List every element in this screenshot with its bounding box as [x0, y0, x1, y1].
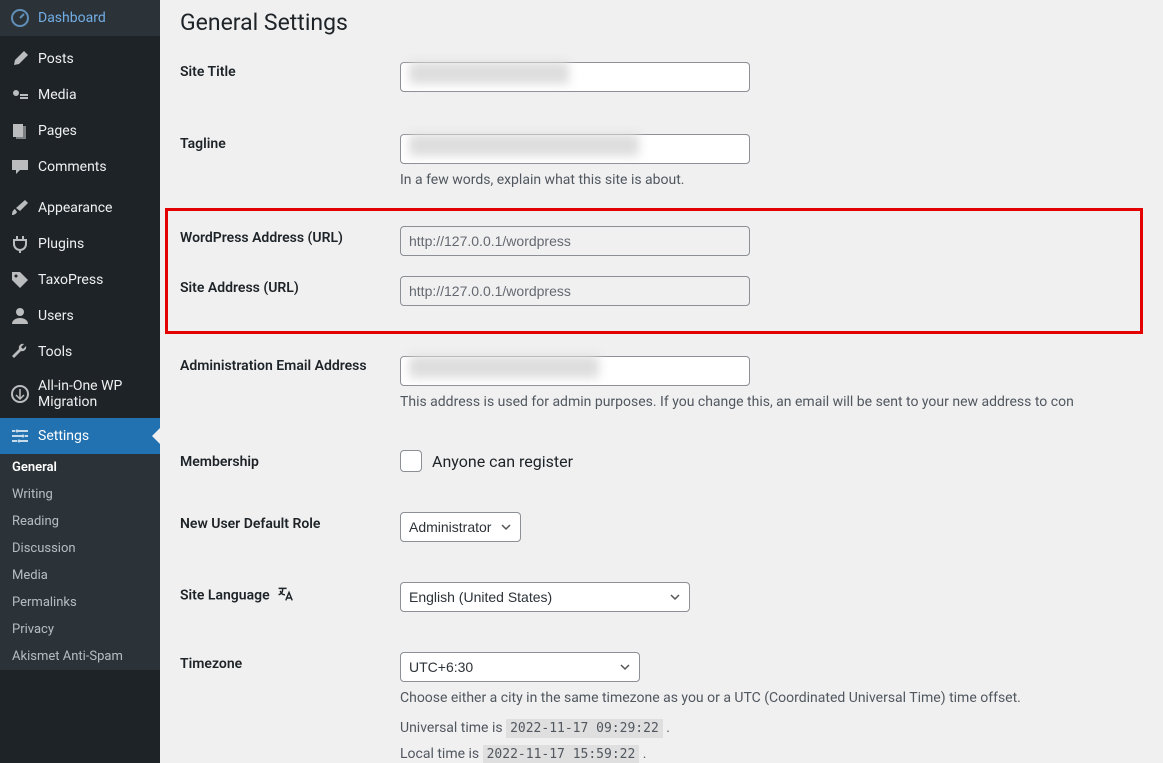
comment-icon	[10, 157, 30, 177]
membership-checkbox[interactable]	[400, 450, 422, 472]
timezone-help: Choose either a city in the same timezon…	[400, 690, 1143, 706]
redacted-value	[409, 356, 599, 378]
site-language-select[interactable]: English (United States)	[400, 582, 690, 612]
sidebar-label: Users	[38, 308, 74, 324]
membership-checkbox-label: Anyone can register	[432, 452, 573, 471]
media-icon	[10, 85, 30, 105]
row-tagline: Tagline In a few words, explain what thi…	[180, 112, 1143, 208]
sidebar-item-plugins[interactable]: Plugins	[0, 226, 160, 262]
label-default-role: New User Default Role	[180, 512, 400, 542]
sidebar-item-posts[interactable]: Posts	[0, 41, 160, 77]
label-admin-email: Administration Email Address	[180, 354, 400, 410]
timezone-select[interactable]: UTC+6:30	[400, 652, 640, 682]
sidebar-item-taxopress[interactable]: TaxoPress	[0, 262, 160, 298]
sidebar-item-pages[interactable]: Pages	[0, 113, 160, 149]
row-timezone: Timezone UTC+6:30 Choose either a city i…	[180, 632, 1143, 763]
submenu-item-permalinks[interactable]: Permalinks	[0, 589, 160, 616]
label-wp-address: WordPress Address (URL)	[180, 226, 400, 256]
sliders-icon	[10, 426, 30, 446]
submenu-item-akismet[interactable]: Akismet Anti-Spam	[0, 643, 160, 670]
sidebar-item-appearance[interactable]: Appearance	[0, 190, 160, 226]
universal-time-value: 2022-11-17 09:29:22	[506, 719, 663, 738]
submenu-item-media[interactable]: Media	[0, 562, 160, 589]
translate-icon	[277, 586, 293, 606]
sidebar-label: Posts	[38, 51, 74, 67]
submenu-item-reading[interactable]: Reading	[0, 508, 160, 535]
sidebar-item-dashboard[interactable]: Dashboard	[0, 0, 160, 36]
sidebar-label: Settings	[38, 428, 89, 444]
site-address-input[interactable]	[400, 276, 750, 306]
pin-icon	[10, 49, 30, 69]
redacted-value	[409, 134, 639, 156]
submenu-item-writing[interactable]: Writing	[0, 481, 160, 508]
row-membership: Membership Anyone can register	[180, 430, 1143, 492]
sidebar-item-users[interactable]: Users	[0, 298, 160, 334]
wrench-icon	[10, 342, 30, 362]
user-icon	[10, 306, 30, 326]
sidebar-item-comments[interactable]: Comments	[0, 149, 160, 185]
row-admin-email: Administration Email Address This addres…	[180, 334, 1143, 430]
page-title: General Settings	[180, 0, 1143, 40]
row-site-title: Site Title	[180, 40, 1143, 112]
sidebar-label: All-in-One WP Migration	[38, 378, 152, 410]
label-timezone: Timezone	[180, 652, 400, 762]
pages-icon	[10, 121, 30, 141]
sidebar-label: Tools	[38, 344, 72, 360]
admin-email-help: This address is used for admin purposes.…	[400, 394, 1143, 410]
migration-icon	[10, 384, 30, 404]
universal-time-text: Universal time is 2022-11-17 09:29:22 .	[400, 720, 1143, 736]
row-site-language: Site Language English (United States)	[180, 562, 1143, 632]
submenu-item-discussion[interactable]: Discussion	[0, 535, 160, 562]
admin-sidebar: Dashboard Posts Media Pages Comments App…	[0, 0, 160, 763]
sidebar-label: Dashboard	[38, 10, 106, 26]
tag-icon	[10, 270, 30, 290]
label-membership: Membership	[180, 450, 400, 472]
label-site-language: Site Language	[180, 582, 400, 612]
main-content: General Settings Site Title Tagline In a…	[160, 0, 1163, 763]
sidebar-item-media[interactable]: Media	[0, 77, 160, 113]
settings-submenu: General Writing Reading Discussion Media…	[0, 454, 160, 670]
sidebar-label: Pages	[38, 123, 77, 139]
sidebar-label: TaxoPress	[38, 272, 103, 288]
default-role-select[interactable]: Administrator	[400, 512, 521, 542]
row-url-highlighted: WordPress Address (URL) Site Address (UR…	[165, 208, 1143, 334]
label-site-title: Site Title	[180, 60, 400, 92]
submenu-item-general[interactable]: General	[0, 454, 160, 481]
local-time-value: 2022-11-17 15:59:22	[483, 745, 640, 763]
local-time-text: Local time is 2022-11-17 15:59:22 .	[400, 746, 1143, 762]
plug-icon	[10, 234, 30, 254]
sidebar-label: Appearance	[38, 200, 112, 216]
sidebar-label: Plugins	[38, 236, 84, 252]
label-tagline: Tagline	[180, 132, 400, 188]
sidebar-item-settings[interactable]: Settings	[0, 418, 160, 454]
row-default-role: New User Default Role Administrator	[180, 492, 1143, 562]
tagline-help: In a few words, explain what this site i…	[400, 172, 1143, 188]
brush-icon	[10, 198, 30, 218]
wp-address-input[interactable]	[400, 226, 750, 256]
sidebar-label: Comments	[38, 159, 107, 175]
submenu-item-privacy[interactable]: Privacy	[0, 616, 160, 643]
sidebar-label: Media	[38, 87, 77, 103]
sidebar-item-tools[interactable]: Tools	[0, 334, 160, 370]
sidebar-item-migration[interactable]: All-in-One WP Migration	[0, 370, 160, 418]
dashboard-icon	[10, 8, 30, 28]
redacted-value	[409, 62, 569, 84]
label-site-address: Site Address (URL)	[180, 276, 400, 306]
